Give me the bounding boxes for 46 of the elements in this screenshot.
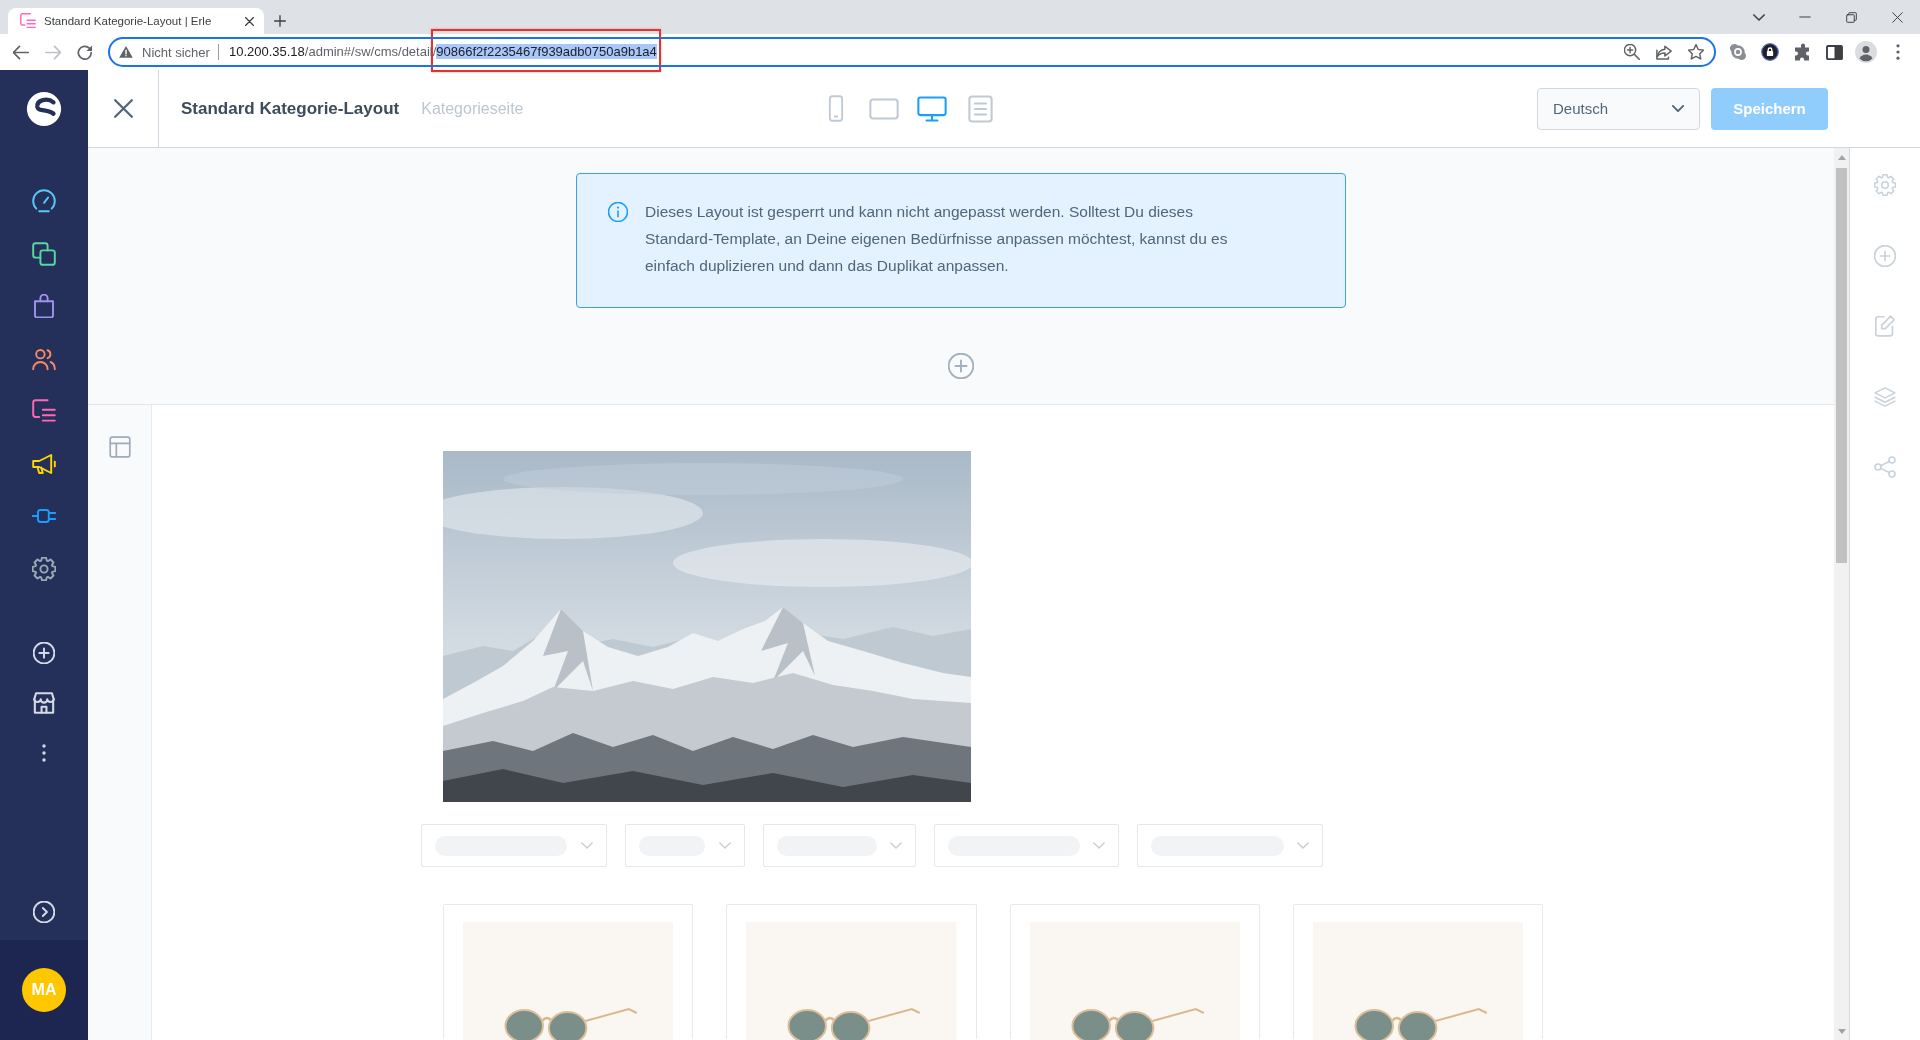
warning-icon — [119, 46, 133, 58]
extension-icon[interactable] — [1729, 43, 1747, 61]
page-subtitle: Kategorieseite — [421, 99, 524, 118]
stacked-squares-icon[interactable] — [32, 241, 56, 266]
zoom-in-icon[interactable] — [1624, 44, 1640, 60]
gauge-icon[interactable] — [32, 189, 56, 214]
scrollbar[interactable] — [1834, 148, 1849, 1040]
gear-icon[interactable] — [32, 556, 56, 581]
chevron-down-icon — [1297, 842, 1309, 849]
browser-tab[interactable]: Standard Kategorie-Layout | Erle — [8, 8, 264, 34]
language-select[interactable]: Deutsch — [1537, 87, 1700, 130]
more-icon[interactable] — [1896, 44, 1900, 60]
people-icon[interactable] — [32, 346, 56, 371]
close-icon[interactable] — [113, 99, 133, 118]
plus-icon[interactable] — [274, 15, 286, 27]
scrollbar-thumb[interactable] — [1836, 168, 1847, 563]
reload-icon[interactable] — [77, 44, 93, 60]
shopping-bag-icon[interactable] — [32, 294, 56, 319]
lock-icon[interactable] — [1761, 43, 1779, 61]
star-icon[interactable] — [1688, 44, 1704, 60]
chevron-down-icon — [581, 842, 593, 849]
logo-icon[interactable] — [25, 90, 63, 128]
chevron-down-icon — [1672, 105, 1684, 112]
document-list-icon — [20, 13, 36, 29]
chevron-down-icon — [1093, 842, 1105, 849]
megaphone-icon[interactable] — [32, 451, 56, 476]
chevron-down-icon — [890, 842, 902, 849]
security-label[interactable]: Nicht sicher — [142, 44, 210, 60]
restore-icon[interactable] — [1845, 11, 1857, 23]
page-title: Standard Kategorie-Layout — [181, 98, 400, 119]
puzzle-icon[interactable] — [1793, 43, 1811, 61]
more-icon[interactable] — [42, 744, 46, 762]
user-icon[interactable] — [1855, 41, 1877, 63]
document-list-icon[interactable] — [32, 399, 56, 424]
close-icon[interactable] — [245, 16, 254, 26]
chevron-down-icon[interactable] — [1753, 13, 1765, 21]
info-icon — [608, 202, 628, 222]
side-panel-icon[interactable] — [1825, 44, 1843, 60]
monitor-icon[interactable] — [917, 95, 947, 122]
back-icon[interactable] — [13, 44, 29, 60]
add-icon[interactable] — [33, 642, 55, 664]
share-icon[interactable] — [1656, 44, 1672, 60]
alert-message: Dieses Layout ist gesperrt und kann nicht angepasst werden. Solltest Du dieses Standard-Template, an Deine eigenen Bedürfnisse anpassen möchtest, kannst du es einfach duplizieren und dann das Duplikat anpassen. — [645, 202, 1229, 276]
storefront-icon[interactable] — [33, 692, 55, 714]
chevron-down-icon — [719, 842, 731, 849]
close-icon[interactable] — [1891, 11, 1903, 23]
